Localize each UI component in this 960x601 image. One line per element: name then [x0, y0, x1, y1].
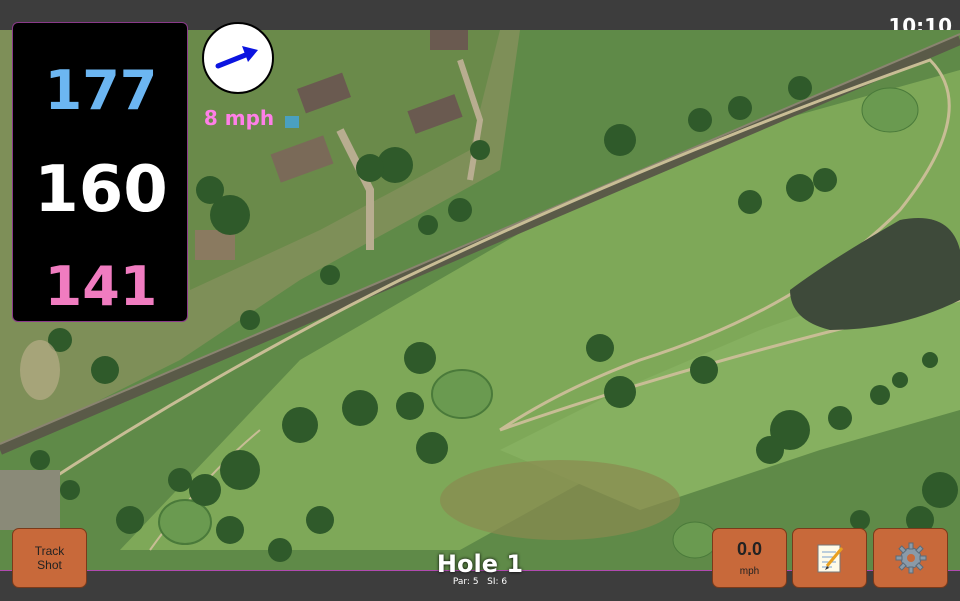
wind-speed: 8 mph [203, 106, 275, 130]
notepad-icon [817, 544, 843, 573]
speed-button[interactable]: 0.0 mph [712, 528, 787, 588]
notes-button[interactable] [792, 528, 867, 588]
hole-par: Par: 5 [452, 577, 479, 587]
speed-unit: mph [739, 566, 760, 577]
distance-panel: 177 160 141 [12, 22, 188, 322]
gear-icon [895, 542, 926, 574]
track-shot-button[interactable]: Track Shot [12, 528, 87, 588]
speed-value: 0.0 [736, 539, 763, 559]
distance-front: 141 [44, 255, 158, 318]
hole-info: Par: 5 SI: 6 [380, 577, 580, 587]
hole-stroke-index: SI: 6 [487, 577, 508, 587]
track-shot-label-line1: Track [34, 544, 65, 558]
distance-back: 177 [44, 59, 158, 122]
wind-arrow-icon [215, 46, 258, 69]
wind-indicator [202, 22, 274, 94]
distance-middle: 160 [34, 153, 168, 227]
settings-button[interactable] [873, 528, 948, 588]
hole-title: Hole 1 [436, 550, 524, 578]
track-shot-label-line2: Shot [37, 558, 62, 572]
